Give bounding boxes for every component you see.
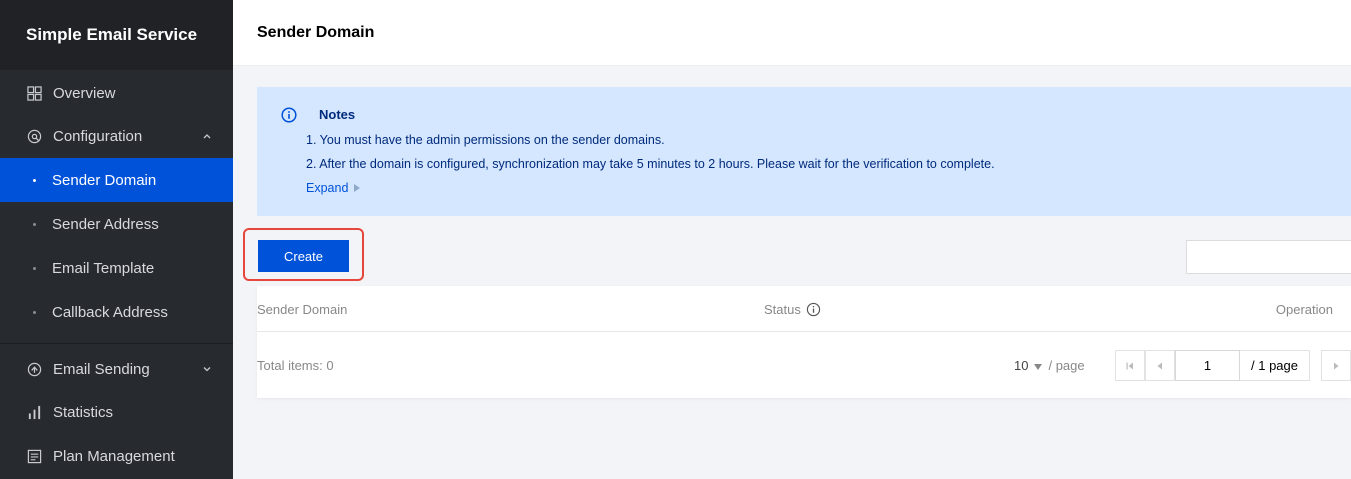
column-header-operation: Operation (1276, 286, 1333, 332)
list-icon (26, 448, 42, 464)
chevron-down-icon (203, 347, 211, 391)
bullet-icon (33, 266, 36, 270)
sidebar-subitem-email-template[interactable]: Email Template (0, 246, 233, 290)
grid-icon (26, 85, 42, 101)
column-label: Status (764, 301, 801, 317)
info-icon (281, 107, 297, 123)
note-line: 1. You must have the admin permissions o… (306, 133, 665, 147)
page-title: Sender Domain (257, 24, 375, 41)
sidebar: Simple Email Service Overview Configurat… (0, 0, 233, 479)
sidebar-item-label: Statistics (53, 403, 114, 421)
page-size-unit: / page (1048, 357, 1085, 373)
sidebar-subitem-label: Sender Address (52, 215, 159, 233)
first-page-button[interactable] (1115, 350, 1145, 381)
bullet-icon (33, 178, 36, 182)
notes-banner: Notes 1. You must have the admin permiss… (257, 87, 1351, 216)
first-page-icon (1126, 362, 1133, 369)
send-icon (26, 361, 42, 377)
caret-down-icon (1034, 358, 1043, 373)
main-content: Notes 1. You must have the admin permiss… (233, 66, 1351, 479)
create-button[interactable]: Create (258, 240, 349, 272)
total-items: Total items: 0 (257, 357, 334, 373)
sidebar-item-plan-management[interactable]: Plan Management (0, 434, 233, 478)
sidebar-divider (0, 343, 233, 344)
product-title: Simple Email Service (0, 0, 233, 70)
info-icon[interactable] (806, 302, 821, 317)
bullet-icon (33, 310, 36, 314)
previous-page-button[interactable] (1145, 350, 1175, 381)
table-header: Sender Domain Status Operation (257, 286, 1351, 332)
caret-right-icon (1334, 362, 1339, 369)
sidebar-item-overview[interactable]: Overview (0, 71, 233, 115)
page-size-value: 10 (1014, 357, 1029, 373)
current-page-input[interactable] (1175, 350, 1240, 381)
sidebar-item-email-sending[interactable]: Email Sending (0, 347, 233, 391)
caret-left-icon (1157, 362, 1162, 369)
sidebar-item-label: Overview (53, 84, 116, 102)
notes-title: Notes (319, 107, 356, 122)
sidebar-item-label: Configuration (53, 127, 143, 145)
settings-icon (26, 128, 42, 144)
sidebar-item-configuration[interactable]: Configuration (0, 114, 233, 158)
sidebar-subitem-sender-domain[interactable]: Sender Domain (0, 158, 233, 202)
sidebar-subitem-label: Email Template (52, 259, 155, 277)
caret-right-icon (354, 181, 361, 195)
sidebar-item-statistics[interactable]: Statistics (0, 390, 233, 434)
column-label: Sender Domain (257, 301, 348, 317)
bullet-icon (33, 222, 36, 226)
note-line: 2. After the domain is configured, synch… (306, 157, 995, 171)
sidebar-subitem-label: Sender Domain (52, 171, 157, 189)
page-size-select[interactable]: 10 / page (1014, 333, 1085, 397)
expand-link[interactable]: Expand (306, 181, 361, 195)
sidebar-subitem-callback-address[interactable]: Callback Address (0, 290, 233, 334)
sidebar-item-label: Plan Management (53, 447, 175, 465)
sidebar-subitem-label: Callback Address (52, 303, 168, 321)
column-header-sender-domain: Sender Domain (257, 286, 347, 332)
sidebar-subitem-sender-address[interactable]: Sender Address (0, 202, 233, 246)
sidebar-item-label: Email Sending (53, 360, 150, 378)
next-page-button[interactable] (1321, 350, 1351, 381)
chevron-up-icon (203, 114, 211, 158)
search-input[interactable] (1186, 240, 1351, 274)
table-pagination: Total items: 0 10 / page / 1 page (257, 333, 1351, 397)
bar-chart-icon (26, 404, 42, 420)
expand-label: Expand (306, 181, 349, 195)
sender-domain-table: Sender Domain Status Operation Total ite… (257, 286, 1351, 398)
column-label: Operation (1275, 301, 1333, 317)
total-pages: / 1 page (1240, 350, 1310, 381)
column-header-status: Status (764, 286, 821, 332)
page-header: Sender Domain (233, 0, 1351, 66)
